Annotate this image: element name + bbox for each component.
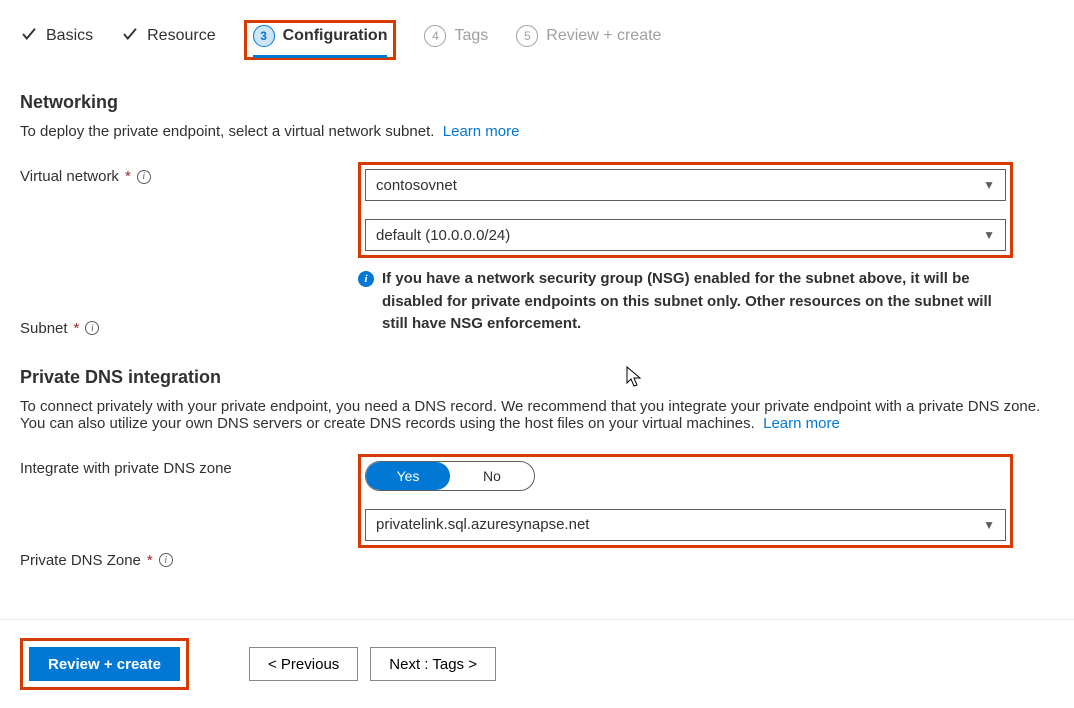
tab-tags[interactable]: 4 Tags [424,25,488,55]
check-icon [121,25,139,48]
networking-desc: To deploy the private endpoint, select a… [20,123,1054,140]
tab-label: Configuration [283,27,388,45]
highlight-config-tab: 3 Configuration [244,20,397,60]
nsg-info-message: i If you have a network security group (… [358,268,1013,336]
integrate-dns-toggle[interactable]: Yes No [365,461,535,491]
step-number: 5 [516,25,538,47]
check-icon [20,25,38,48]
info-icon[interactable]: i [137,170,151,184]
highlight-review-button: Review + create [20,638,189,690]
highlight-dns-fields: Yes No privatelink.sql.azuresynapse.net … [358,454,1013,548]
tab-label: Basics [46,27,93,45]
tab-configuration[interactable]: 3 Configuration [253,25,388,58]
integrate-dns-label: Integrate with private DNS zone [20,454,358,477]
highlight-network-fields: contosovnet ▼ default (10.0.0.0/24) ▼ [358,162,1013,258]
required-asterisk: * [147,552,153,569]
chevron-down-icon: ▼ [983,518,995,532]
required-asterisk: * [74,320,80,337]
subnet-value: default (10.0.0.0/24) [376,227,510,244]
dns-zone-select[interactable]: privatelink.sql.azuresynapse.net ▼ [365,509,1006,541]
review-create-button[interactable]: Review + create [29,647,180,681]
info-icon: i [358,271,374,287]
vnet-select[interactable]: contosovnet ▼ [365,169,1006,201]
tab-label: Review + create [546,27,661,45]
toggle-no[interactable]: No [450,462,534,490]
tab-resource[interactable]: Resource [121,25,215,56]
tab-basics[interactable]: Basics [20,25,93,56]
chevron-down-icon: ▼ [983,228,995,242]
required-asterisk: * [125,168,131,185]
vnet-value: contosovnet [376,177,457,194]
networking-heading: Networking [20,92,1054,113]
learn-more-link[interactable]: Learn more [763,415,840,432]
step-number: 3 [253,25,275,47]
toggle-yes[interactable]: Yes [366,462,450,490]
tab-label: Tags [454,27,488,45]
wizard-tabs: Basics Resource 3 Configuration 4 Tags 5… [0,0,1074,70]
dns-desc: To connect privately with your private e… [20,398,1054,432]
previous-button[interactable]: < Previous [249,647,358,681]
learn-more-link[interactable]: Learn more [443,123,520,140]
dns-zone-label: Private DNS Zone * i [20,502,358,569]
tab-label: Resource [147,27,215,45]
info-icon[interactable]: i [159,553,173,567]
tab-review[interactable]: 5 Review + create [516,25,661,55]
step-number: 4 [424,25,446,47]
dns-heading: Private DNS integration [20,367,1054,388]
wizard-footer: Review + create < Previous Next : Tags > [0,619,1074,708]
next-button[interactable]: Next : Tags > [370,647,496,681]
subnet-select[interactable]: default (10.0.0.0/24) ▼ [365,219,1006,251]
dns-zone-value: privatelink.sql.azuresynapse.net [376,516,589,533]
subnet-label: Subnet * i [20,262,358,337]
info-icon[interactable]: i [85,321,99,335]
vnet-label: Virtual network * i [20,162,358,185]
chevron-down-icon: ▼ [983,178,995,192]
